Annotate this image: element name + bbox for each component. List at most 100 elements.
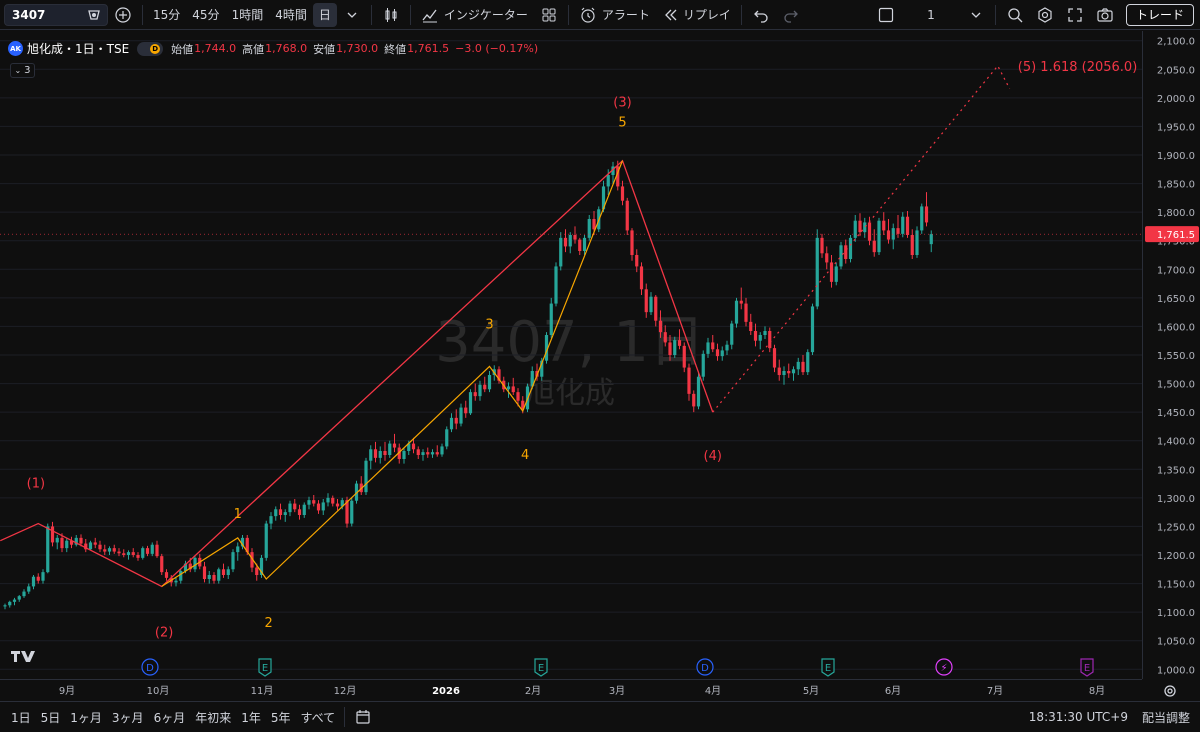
fullscreen-icon	[1068, 7, 1082, 22]
candle-body	[335, 503, 340, 507]
quick-search-button[interactable]	[1000, 3, 1030, 27]
range-5d[interactable]: 5日	[36, 709, 66, 726]
candle-body	[145, 548, 150, 554]
interval-1d[interactable]: 日	[312, 2, 337, 27]
symbol-search-box[interactable]: 3407	[4, 3, 108, 26]
templates-button[interactable]	[534, 3, 564, 27]
range-1d[interactable]: 1日	[6, 709, 36, 726]
candle-body	[844, 245, 848, 259]
sub-wave-label-4: 4	[521, 448, 529, 463]
price-axis-scale[interactable]: 2,100.0 2,050.0 2,000.0 1,950.0 1,900.0 1,850…	[1143, 31, 1200, 679]
clock-timezone[interactable]: 18:31:30 UTC+9	[1029, 710, 1128, 724]
layout-number[interactable]: 1	[901, 3, 961, 27]
range-ytd[interactable]: 年初来	[190, 709, 236, 726]
wave-label-2: (2)	[155, 625, 173, 640]
data-source-badge[interactable]: D	[137, 41, 164, 56]
gear-icon	[1164, 685, 1176, 697]
trade-button[interactable]: トレード	[1125, 3, 1194, 26]
candle-body	[715, 349, 720, 357]
chart-pane[interactable]: 3407, 1日 旭化成 (1) (2) (3) (4) (5) 1.618 (2056.…	[0, 31, 1142, 679]
candle-body	[445, 429, 449, 447]
time-tick-label: 7月	[987, 685, 1003, 697]
snapshot-button[interactable]	[1090, 3, 1120, 27]
layout-dropdown[interactable]	[961, 3, 991, 27]
candle-body	[435, 452, 439, 455]
price-tick-label: 2,050.0	[1157, 65, 1195, 76]
price-tick-label: 1,300.0	[1157, 494, 1195, 505]
high-label: 高値	[242, 42, 265, 56]
wave-label-4: (4)	[704, 449, 722, 464]
candle-body	[858, 220, 862, 233]
symbol-compare-icon[interactable]	[85, 6, 103, 24]
candle-body	[278, 509, 283, 515]
interval-4h[interactable]: 4時間	[269, 3, 313, 27]
dividend-adjust-toggle[interactable]: 配当調整	[1142, 709, 1190, 726]
candle-body	[331, 497, 335, 504]
add-symbol-button[interactable]	[108, 3, 138, 27]
redo-button[interactable]	[776, 3, 806, 27]
indicators-label: インジケーター	[443, 8, 528, 22]
candle-body	[264, 523, 268, 558]
range-all[interactable]: すべて	[296, 709, 341, 726]
candle-body	[179, 571, 183, 581]
price-chart[interactable]: 3407, 1日旭化成 (1) (2) (3) (4) (5) 1.618 (2056.…	[0, 31, 1142, 679]
candle-body	[46, 526, 50, 573]
candle-body	[777, 367, 781, 375]
range-1y[interactable]: 1年	[236, 709, 266, 726]
indicators-button[interactable]: インジケーター	[415, 3, 534, 27]
fullscreen-button[interactable]	[1060, 3, 1090, 27]
candle-body	[654, 296, 658, 321]
candle-body	[31, 576, 36, 587]
time-axis[interactable]: 9月 10月 11月 12月 2026 2月 3月 4月 5月 6月 7月 8月	[0, 679, 1142, 701]
candle-body	[929, 234, 933, 245]
candle-body	[302, 504, 306, 515]
layout-button[interactable]	[871, 3, 901, 27]
candle-body	[853, 220, 857, 238]
candle-body	[796, 361, 800, 370]
interval-dropdown[interactable]	[337, 3, 367, 27]
candle-body	[578, 239, 582, 251]
legend-title[interactable]: 旭化成・1日・TSE	[27, 40, 129, 57]
candle-body	[829, 262, 834, 282]
indicator-collapse-toggle[interactable]: ⌄ 3	[10, 63, 35, 78]
interval-1h[interactable]: 1時間	[226, 3, 270, 27]
settings-button[interactable]	[1030, 3, 1060, 27]
candle-body	[554, 266, 558, 304]
time-axis-scale[interactable]: 9月 10月 11月 12月 2026 2月 3月 4月 5月 6月 7月 8月	[0, 680, 1142, 702]
candle-body	[226, 569, 230, 575]
candle-body	[131, 552, 135, 555]
candle-body	[255, 567, 259, 575]
chart-type-button[interactable]	[376, 3, 406, 27]
candle-body	[41, 572, 45, 581]
candle-body	[806, 352, 810, 373]
toolbar-separator	[370, 4, 372, 25]
event-marker-text: E	[262, 663, 268, 674]
candle-body	[673, 340, 677, 355]
price-axis[interactable]: 2,100.0 2,050.0 2,000.0 1,950.0 1,900.0 1,850…	[1142, 31, 1200, 679]
time-tick-label: 8月	[1089, 685, 1105, 697]
candle-body	[112, 548, 116, 552]
time-tick-label: 10月	[147, 685, 170, 697]
candle-body	[174, 580, 178, 583]
price-tick-label: 1,000.0	[1157, 665, 1195, 676]
sub-wave-label-3: 3	[485, 317, 493, 332]
range-1m[interactable]: 1ヶ月	[65, 709, 107, 726]
interval-15m[interactable]: 15分	[147, 3, 186, 27]
price-tick-label: 1,550.0	[1157, 351, 1195, 362]
undo-button[interactable]	[746, 3, 776, 27]
price-tick-label: 1,650.0	[1157, 294, 1195, 305]
candle-body	[744, 303, 748, 322]
replay-button[interactable]: リプレイ	[656, 3, 737, 27]
candle-body	[730, 323, 734, 345]
candle-body	[350, 500, 354, 524]
candle-body	[573, 235, 577, 240]
interval-45m[interactable]: 45分	[186, 3, 225, 27]
range-6m[interactable]: 6ヶ月	[149, 709, 191, 726]
range-5y[interactable]: 5年	[266, 709, 296, 726]
price-tick-label: 1,850.0	[1157, 180, 1195, 191]
tradingview-logo	[11, 651, 35, 662]
date-range-button[interactable]	[349, 708, 377, 726]
alert-button[interactable]: アラート	[573, 3, 656, 27]
range-3m[interactable]: 3ヶ月	[107, 709, 149, 726]
axis-settings-button[interactable]	[1160, 682, 1180, 700]
